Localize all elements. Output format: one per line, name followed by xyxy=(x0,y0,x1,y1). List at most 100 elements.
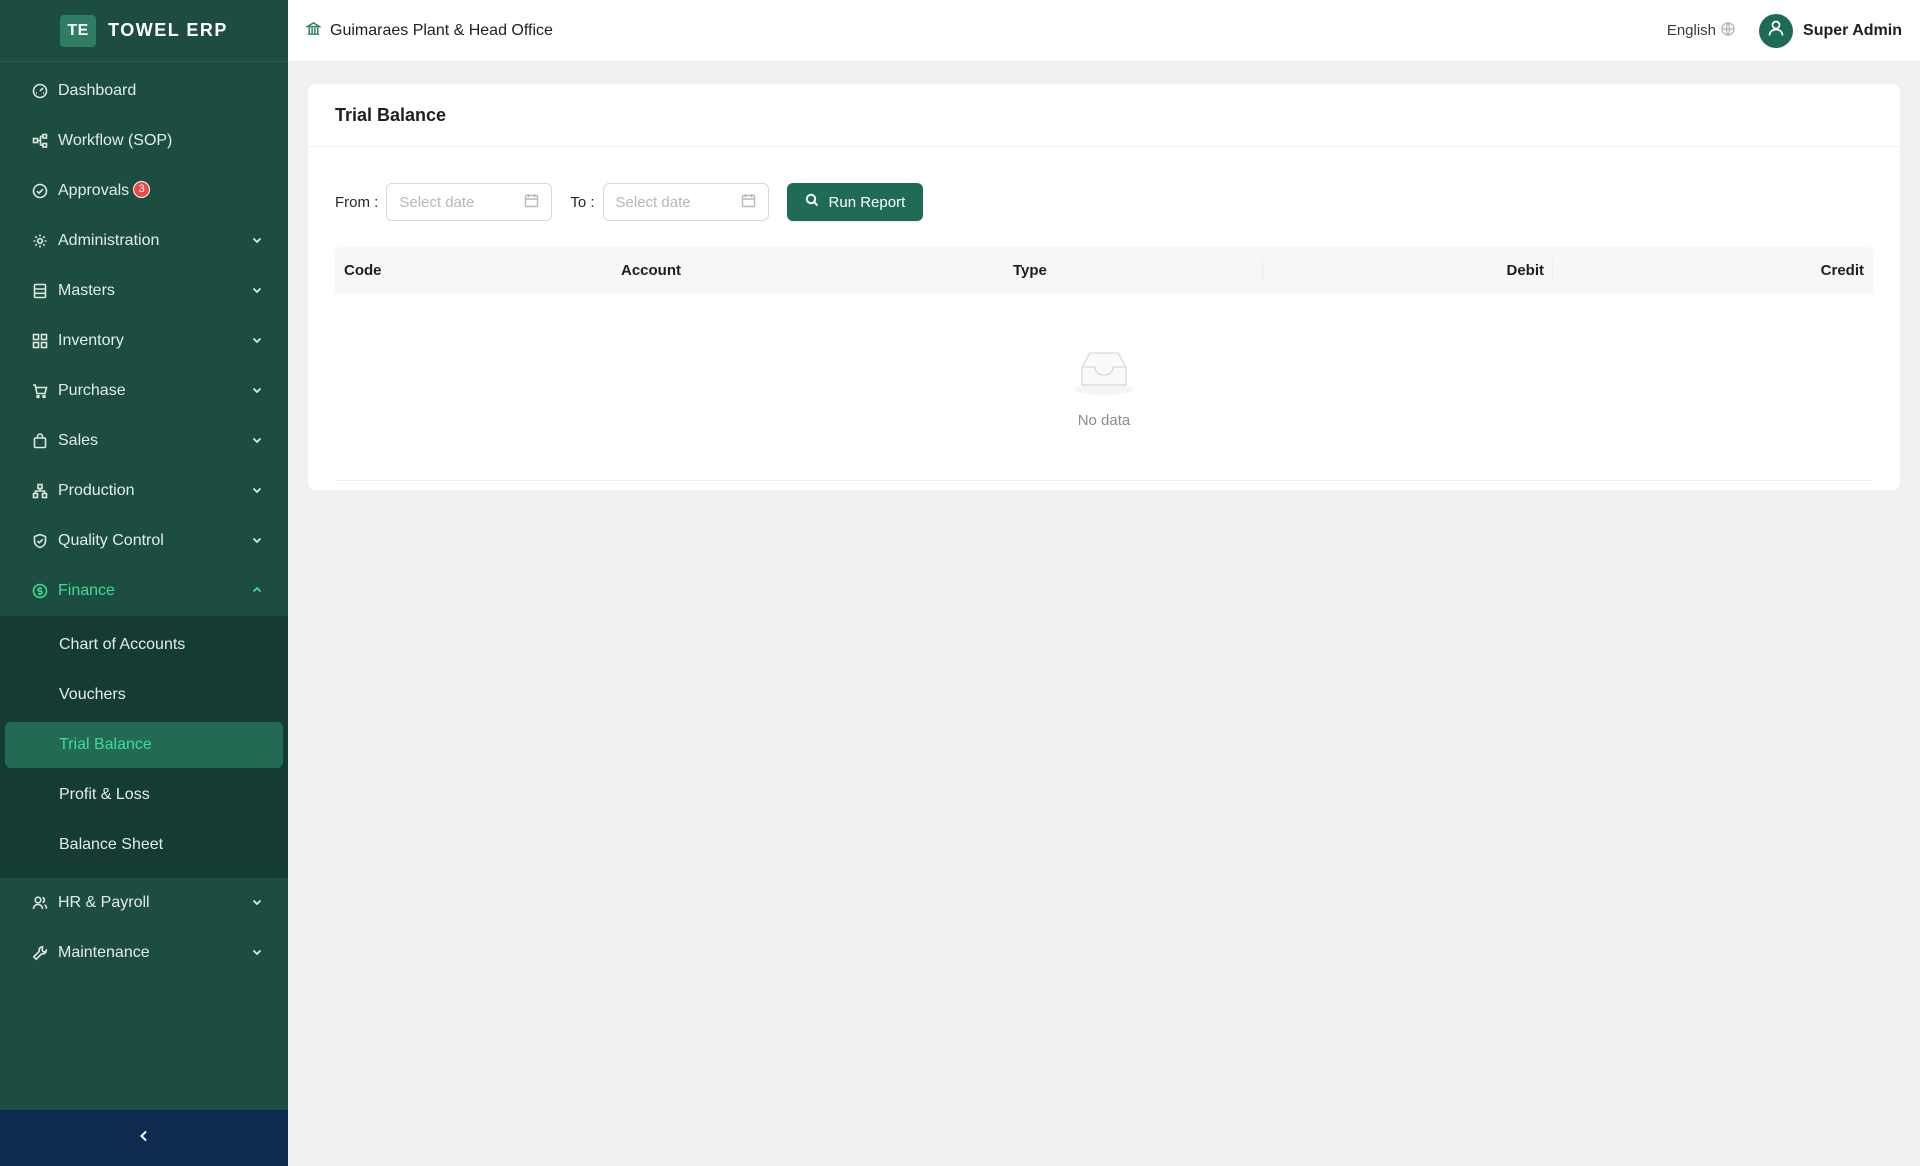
user-menu[interactable]: Super Admin xyxy=(1759,13,1902,48)
logo-text: TOWEL ERP xyxy=(108,20,228,40)
sidebar-item-approvals[interactable]: Approvals 3 xyxy=(0,166,288,216)
report-filters: From : Select date To : Select date Run … xyxy=(308,147,1900,231)
sidebar-item-label: Maintenance xyxy=(58,944,150,961)
finance-submenu: Chart of Accounts Vouchers Trial Balance… xyxy=(0,616,288,878)
cluster-icon xyxy=(32,483,48,499)
language-label: English xyxy=(1666,22,1717,39)
trial-balance-table: Code Account Type Debit Credit No data xyxy=(335,247,1873,481)
from-date-picker[interactable]: Select date xyxy=(386,183,553,221)
to-date-picker[interactable]: Select date xyxy=(602,183,769,221)
team-icon xyxy=(32,895,48,911)
chevron-up-icon xyxy=(251,583,263,595)
logo-badge: TE xyxy=(60,14,97,47)
column-header-code[interactable]: Code xyxy=(335,262,612,279)
dashboard-icon xyxy=(32,83,48,99)
globe-icon xyxy=(1716,21,1735,40)
org-name: Guimaraes Plant & Head Office xyxy=(330,21,553,39)
grid-icon xyxy=(32,333,48,349)
column-header-debit[interactable]: Debit xyxy=(1263,259,1553,281)
sidebar-item-inventory[interactable]: Inventory xyxy=(0,316,288,366)
header-right: English Super Admin xyxy=(1666,13,1902,48)
shield-icon xyxy=(32,533,48,549)
logo[interactable]: TE TOWEL ERP xyxy=(0,0,288,62)
sidebar-item-label: Production xyxy=(58,482,135,499)
sidebar-subitem-vouchers[interactable]: Vouchers xyxy=(5,672,283,718)
sidebar-subitem-balance-sheet[interactable]: Balance Sheet xyxy=(5,822,283,868)
to-label: To : xyxy=(570,193,595,211)
check-circle-icon xyxy=(32,183,48,199)
from-date-placeholder: Select date xyxy=(399,193,475,211)
table-empty-state: No data xyxy=(335,293,1873,481)
chevron-down-icon xyxy=(251,483,263,495)
sidebar-item-label: Finance xyxy=(58,582,115,599)
chevron-down-icon xyxy=(251,895,263,907)
sidebar-item-label: Sales xyxy=(58,432,99,449)
from-label: From : xyxy=(335,193,379,211)
avatar xyxy=(1759,13,1794,48)
calendar-icon xyxy=(741,193,756,212)
chevron-down-icon xyxy=(251,333,263,345)
approvals-count-badge: 3 xyxy=(133,180,151,198)
sidebar-item-purchase[interactable]: Purchase xyxy=(0,366,288,416)
sidebar-item-label: Workflow (SOP) xyxy=(58,132,173,149)
sidebar-item-label: HR & Payroll xyxy=(58,894,150,911)
gear-icon xyxy=(32,233,48,249)
search-icon xyxy=(805,193,829,211)
column-header-credit[interactable]: Credit xyxy=(1553,262,1873,279)
sidebar-item-production[interactable]: Production xyxy=(0,466,288,516)
column-header-type[interactable]: Type xyxy=(1004,259,1263,281)
bank-icon xyxy=(304,21,330,41)
sidebar-item-maintenance[interactable]: Maintenance xyxy=(0,928,288,978)
sidebar-item-workflow[interactable]: Workflow (SOP) xyxy=(0,116,288,166)
run-report-label: Run Report xyxy=(828,193,906,211)
table-header: Code Account Type Debit Credit xyxy=(335,247,1873,293)
top-header: Guimaraes Plant & Head Office English Su… xyxy=(288,0,1920,62)
workflow-icon xyxy=(32,133,48,149)
sidebar-item-administration[interactable]: Administration xyxy=(0,216,288,266)
sidebar-item-masters[interactable]: Masters xyxy=(0,266,288,316)
calendar-icon xyxy=(524,193,539,212)
chevron-down-icon xyxy=(251,383,263,395)
sidebar-item-label: Approvals xyxy=(58,182,130,199)
sidebar-menu-bottom: HR & Payroll Maintenance xyxy=(0,878,288,978)
sidebar-subitem-trial-balance[interactable]: Trial Balance xyxy=(5,722,283,768)
column-header-account[interactable]: Account xyxy=(612,262,1004,279)
sidebar-item-dashboard[interactable]: Dashboard xyxy=(0,66,288,116)
chevron-down-icon xyxy=(251,233,263,245)
sidebar-item-label: Masters xyxy=(58,282,115,299)
cart-icon xyxy=(32,383,48,399)
sidebar-item-quality-control[interactable]: Quality Control xyxy=(0,516,288,566)
sidebar-collapse-button[interactable] xyxy=(0,1110,288,1166)
empty-text: No data xyxy=(1077,411,1131,429)
user-name: Super Admin xyxy=(1803,21,1902,39)
sidebar-item-label: Quality Control xyxy=(58,532,164,549)
user-icon xyxy=(1767,19,1785,42)
chevron-down-icon xyxy=(251,533,263,545)
sidebar-item-hr-payroll[interactable]: HR & Payroll xyxy=(0,878,288,928)
sidebar: TE TOWEL ERP Dashboard Workflow (SOP) Ap… xyxy=(0,0,288,1166)
sidebar-item-label: Administration xyxy=(58,232,160,249)
sidebar-menu: Dashboard Workflow (SOP) Approvals 3 Adm… xyxy=(0,62,288,616)
chevron-down-icon xyxy=(251,945,263,957)
empty-inbox-icon xyxy=(1068,345,1140,402)
to-date-placeholder: Select date xyxy=(615,193,691,211)
page-title: Trial Balance xyxy=(335,104,447,125)
sidebar-item-label: Purchase xyxy=(58,382,126,399)
org-selector[interactable]: Guimaraes Plant & Head Office xyxy=(304,21,553,41)
trial-balance-card: Trial Balance From : Select date To : Se… xyxy=(308,84,1900,490)
language-selector[interactable]: English xyxy=(1666,21,1735,40)
sidebar-item-label: Inventory xyxy=(58,332,124,349)
sidebar-item-finance[interactable]: Finance xyxy=(0,566,288,616)
sidebar-subitem-chart-of-accounts[interactable]: Chart of Accounts xyxy=(5,622,283,668)
card-header: Trial Balance xyxy=(308,84,1900,147)
chevron-down-icon xyxy=(251,433,263,445)
tool-icon xyxy=(32,945,48,961)
sidebar-item-label: Dashboard xyxy=(58,82,137,99)
chevron-down-icon xyxy=(251,283,263,295)
database-icon xyxy=(32,283,48,299)
run-report-button[interactable]: Run Report xyxy=(786,183,924,221)
sidebar-subitem-profit-loss[interactable]: Profit & Loss xyxy=(5,772,283,818)
sidebar-item-sales[interactable]: Sales xyxy=(0,416,288,466)
bag-icon xyxy=(32,433,48,449)
dollar-circle-icon xyxy=(32,583,48,599)
